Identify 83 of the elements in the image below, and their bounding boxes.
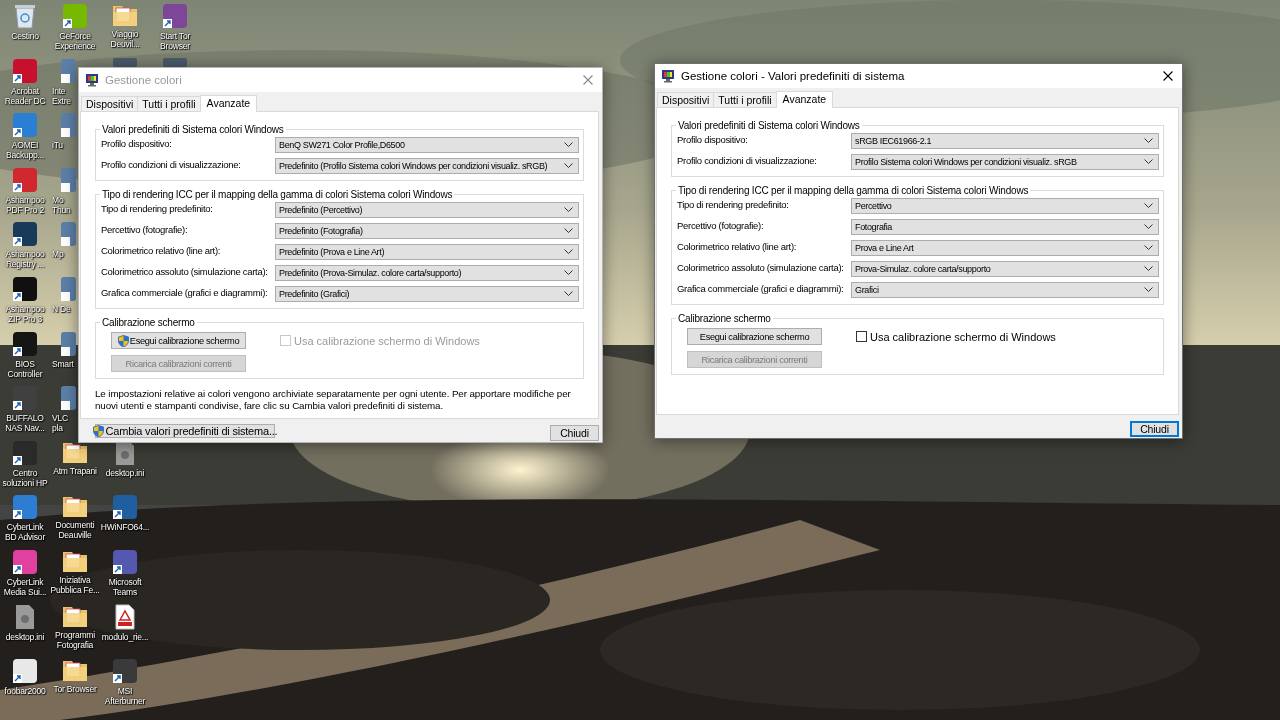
- icon-label: Centro soluzioni HP: [1, 467, 49, 488]
- icon-label: Documenti Deauville: [54, 520, 96, 541]
- dropdown[interactable]: sRGB IEC61966-2.1: [851, 133, 1159, 149]
- dropdown[interactable]: Grafici: [851, 282, 1159, 298]
- dropdown[interactable]: Prova-Simulaz. colore carta/supporto: [851, 261, 1159, 277]
- icon-label: Ashampoo PDF Pro 2: [4, 194, 46, 215]
- field-label: Profilo condizioni di visualizzazione:: [101, 158, 241, 170]
- icon-label: MSI Afterburner: [103, 686, 147, 707]
- group-title: Valori predefiniti di Sistema colori Windows: [677, 120, 861, 131]
- window-title: Gestione colori: [105, 74, 183, 86]
- icon-label: desktop.ini: [105, 467, 145, 478]
- icon-label: N De: [52, 303, 72, 314]
- change-defaults-button[interactable]: Cambia valori predefiniti di sistema...: [95, 424, 275, 438]
- dropdown[interactable]: Prova e Line Art: [851, 240, 1159, 256]
- icon-label: Mp: [52, 249, 65, 260]
- dropdown[interactable]: Profilo Sistema colori Windows per condizioni visualiz. sRGB: [851, 154, 1159, 170]
- icon-label: desktop.ini: [5, 631, 45, 642]
- icon-label: AOMEI Backupp...: [4, 140, 46, 161]
- field-label: Colorimetrico relativo (line art):: [677, 240, 797, 252]
- dropdown[interactable]: Predefinito (Prova-Simulaz. colore carta/supporto): [275, 265, 579, 281]
- icon-label: Ashampoo ZIP Pro 3: [4, 303, 46, 324]
- field-label: Tipo di rendering predefinito:: [677, 198, 789, 210]
- icon-label: Microsoft Teams: [107, 576, 143, 597]
- icon-label: Mo Thun: [52, 194, 72, 215]
- icon-label: Iniziativa Pubblica Fe...: [50, 574, 100, 595]
- dropdown[interactable]: BenQ SW271 Color Profile,D6500: [275, 137, 579, 153]
- dropdown[interactable]: Predefinito (Percettivo): [275, 202, 579, 218]
- icon-label: Inte Extre: [52, 85, 72, 106]
- icon-label: Programmi Fotografia: [54, 629, 96, 650]
- tab[interactable]: Avanzate: [775, 91, 834, 108]
- close-button[interactable]: Chiudi: [550, 425, 599, 441]
- dropdown[interactable]: Predefinito (Grafici): [275, 286, 579, 302]
- icon-label: BIOS Controller: [6, 358, 44, 379]
- button[interactable]: Esegui calibrazione schermo: [687, 328, 822, 345]
- icon-label: GeForce Experience: [53, 31, 97, 51]
- icon-label: BUFFALO NAS Nav...: [4, 413, 46, 434]
- field-label: Profilo condizioni di visualizzazione:: [677, 154, 817, 166]
- icon-label: modulo_rie...: [101, 631, 149, 642]
- group-title: Tipo di rendering ICC per il mapping della gamma di colori Sistema colori Windows: [677, 185, 1030, 196]
- icon-label: Smart: [52, 358, 75, 369]
- field-label: Grafica commerciale (grafici e diagrammi):: [677, 282, 844, 294]
- field-label: Percettivo (fotografie):: [677, 219, 764, 231]
- field-label: Profilo dispositivo:: [677, 133, 748, 145]
- checkbox-label: Usa calibrazione schermo di Windows: [870, 330, 1056, 343]
- icon-label: VLC pla: [52, 413, 69, 434]
- group-title: Calibrazione schermo: [101, 317, 196, 328]
- dropdown[interactable]: Predefinito (Fotografia): [275, 223, 579, 239]
- dropdown[interactable]: Predefinito (Profilo Sistema colori Windows per condizioni visualiz. sRGB): [275, 158, 579, 174]
- icon-label: Cestino: [11, 31, 39, 41]
- icon-label: CyberLink BD Advisor: [3, 522, 46, 543]
- window-title: Gestione colori - Valori predefiniti di sistema: [681, 70, 906, 82]
- field-label: Profilo dispositivo:: [101, 137, 172, 149]
- field-label: Tipo di rendering predefinito:: [101, 202, 213, 214]
- dropdown[interactable]: Percettivo: [851, 198, 1159, 214]
- tab[interactable]: Dispositivi: [81, 96, 139, 111]
- icon-label: foobar2000: [4, 686, 46, 697]
- icon-label: Tor Browser: [53, 684, 97, 695]
- icon-label: Ashampoo Registry ...: [4, 249, 46, 270]
- icon-label: HWiNFO64...: [100, 522, 150, 533]
- icon-label: CyberLink Media Sui...: [2, 576, 48, 597]
- group-title: Calibrazione schermo: [677, 313, 772, 324]
- checkbox-label: Usa calibrazione schermo di Windows: [294, 334, 480, 347]
- field-label: Colorimetrico assoluto (simulazione carta):: [677, 261, 844, 273]
- dropdown[interactable]: Fotografia: [851, 219, 1159, 235]
- close-button[interactable]: Chiudi: [1130, 421, 1179, 437]
- tab[interactable]: Avanzate: [199, 95, 258, 112]
- field-label: Colorimetrico assoluto (simulazione carta):: [101, 265, 268, 277]
- icon-label: Start Tor Browser: [158, 31, 192, 51]
- icon-label: Atm Trapani: [53, 465, 97, 476]
- field-label: Colorimetrico relativo (line art):: [101, 244, 221, 256]
- icon-label: Acrobat Reader DC: [3, 85, 47, 106]
- tab[interactable]: Tutti i profili: [137, 96, 201, 111]
- info-text: Le impostazioni relative ai colori vengono archiviate separatamente per ogni utente. Per apportare modifiche per nuovi utenti e stampanti condivise, fare clic su Cambia valori predefiniti di sistema.: [95, 388, 572, 412]
- icon-label: Viaggio Deuvil...: [109, 29, 141, 49]
- icon-label: iTu: [52, 140, 64, 151]
- tab[interactable]: Tutti i profili: [713, 92, 777, 107]
- field-label: Grafica commerciale (grafici e diagrammi):: [101, 286, 268, 298]
- group-title: Tipo di rendering ICC per il mapping della gamma di colori Sistema colori Windows: [101, 189, 454, 200]
- button[interactable]: Esegui calibrazione schermo: [111, 332, 246, 349]
- tab[interactable]: Dispositivi: [657, 92, 715, 107]
- group-title: Valori predefiniti di Sistema colori Windows: [101, 124, 285, 135]
- field-label: Percettivo (fotografie):: [101, 223, 188, 235]
- dropdown[interactable]: Predefinito (Prova e Line Art): [275, 244, 579, 260]
